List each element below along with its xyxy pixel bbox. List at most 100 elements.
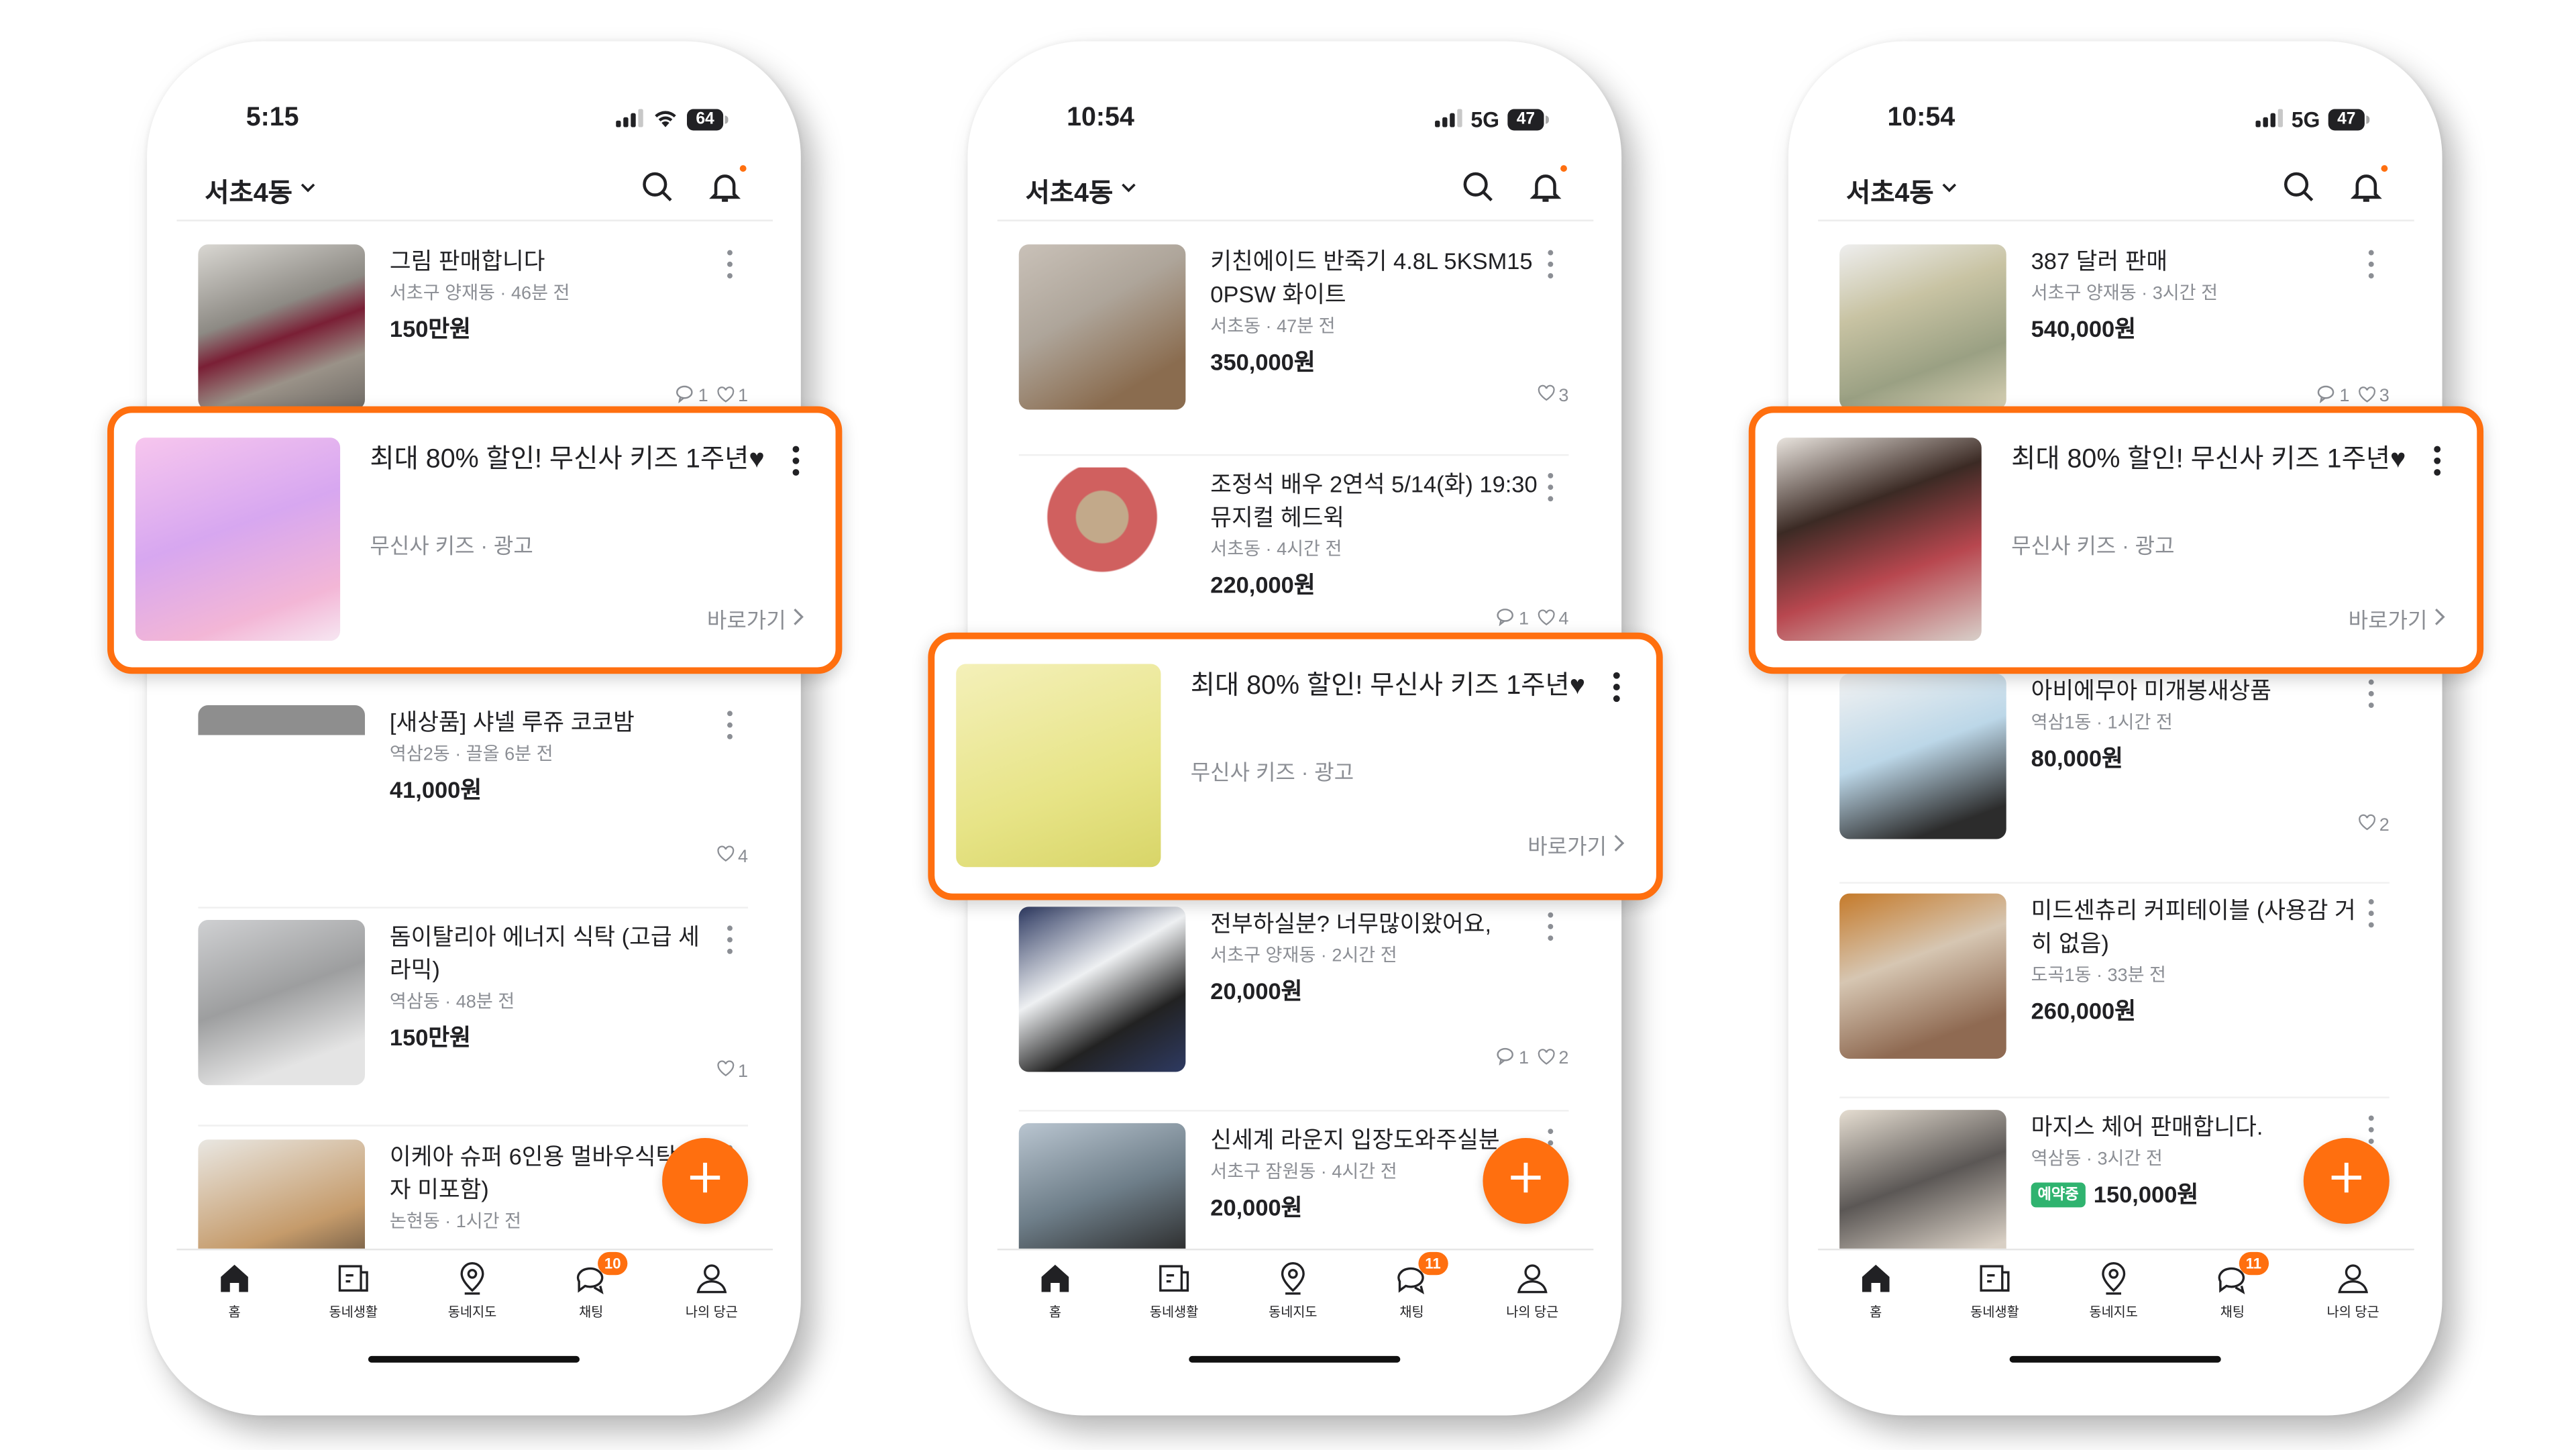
ad-more-options-icon[interactable] — [788, 444, 804, 477]
listing-meta: 서초구 양재동 · 46분 전 — [389, 284, 570, 304]
listing-meta: 서초동 · 4시간 전 — [1210, 539, 1342, 560]
battery-icon: 47 — [1507, 109, 1549, 131]
nav-label: 동네지도 — [447, 1304, 497, 1320]
notification-dot — [1560, 165, 1567, 172]
location-selector[interactable]: 서초4동 — [1026, 170, 1138, 210]
listing-feed[interactable]: 그림 판매합니다 서초구 양재동 · 46분 전 150만원 1 1 [새상품] 샤넬 루… — [147, 221, 801, 1249]
listing-counts: 11 — [675, 385, 748, 408]
ad-shortcut-link[interactable]: 바로가기 — [2349, 603, 2446, 634]
nav-divider — [997, 1248, 1594, 1251]
ad-more-options-icon[interactable] — [1609, 670, 1625, 703]
nav-tab-1[interactable]: 동네생활 — [1124, 1260, 1224, 1321]
listing-thumbnail — [1839, 244, 2006, 410]
listing-item[interactable]: 아비에무아 미개봉새상품 역삼1동 · 1시간 전 80,000원 2 — [1788, 674, 2443, 856]
location-selector[interactable]: 서초4동 — [205, 170, 317, 210]
more-options-icon[interactable] — [2363, 897, 2379, 928]
nav-tab-4[interactable]: 나의 당근 — [1483, 1260, 1582, 1321]
location-selector[interactable]: 서초4동 — [1846, 170, 1959, 210]
sponsored-ad-card[interactable]: 최대 80% 할인! 무신사 키즈 1주년♥ 무신사 키즈 · 광고 바로가기 — [107, 406, 843, 674]
stage: 5:15 64 서초4동 그림 판매합니다 서초구 양재동 · 46분 전 150만원 1 1… — [0, 0, 2576, 1450]
more-options-icon[interactable] — [722, 709, 739, 739]
listing-title: 마지스 체어 판매합니다. — [2031, 1113, 2263, 1140]
write-post-button[interactable] — [2303, 1137, 2390, 1224]
listing-meta: 도곡1동 · 33분 전 — [2031, 966, 2166, 986]
more-options-icon[interactable] — [2363, 677, 2379, 708]
listing-title: 키친에이드 반죽기 4.8L 5KSM150PSW 화이트 — [1210, 248, 1533, 307]
more-options-icon[interactable] — [2363, 248, 2379, 279]
list-divider — [198, 907, 749, 909]
listing-price: 150만원 — [389, 1024, 471, 1051]
nav-tab-3[interactable]: 채팅 11 — [2183, 1251, 2282, 1321]
home-indicator — [368, 1355, 580, 1363]
ad-shortcut-label: 바로가기 — [2348, 607, 2428, 633]
more-options-icon[interactable] — [722, 248, 739, 279]
listing-item[interactable]: 전부하실분? 너무많이왔어요, 서초구 양재동 · 2시간 전 20,000원 1 2 — [967, 907, 1621, 1088]
network-type: 5G — [1470, 107, 1500, 132]
sponsored-ad-card[interactable]: 최대 80% 할인! 무신사 키즈 1주년♥ 무신사 키즈 · 광고 바로가기 — [1748, 406, 2484, 674]
listing-item[interactable]: [새상품] 샤넬 루쥬 코코밤 역삼2동 · 끌올 6분 전 41,000원 4 — [147, 705, 801, 887]
battery-level: 64 — [686, 109, 724, 131]
chevron-right-icon — [2432, 606, 2446, 631]
listing-title: [새상품] 샤넬 루쥬 코코밤 — [389, 708, 635, 735]
my-profile-icon — [1483, 1260, 1582, 1296]
map-pin-icon — [423, 1260, 522, 1296]
ad-advertiser: 무신사 키즈 · 광고 — [2011, 533, 2175, 558]
bell-icon[interactable] — [707, 168, 743, 205]
bell-icon[interactable] — [1527, 168, 1564, 205]
listing-thumbnail — [1018, 1123, 1186, 1249]
nav-tab-3[interactable]: 채팅 11 — [1362, 1251, 1462, 1321]
home-icon — [1826, 1260, 1925, 1296]
nav-tab-1[interactable]: 동네생활 — [304, 1260, 403, 1321]
write-post-button[interactable] — [1483, 1137, 1569, 1224]
listing-item[interactable]: 돔이탈리아 에너지 식탁 (고급 세라믹) 역삼동 · 48분 전 150만원 1 — [147, 920, 801, 1102]
ad-shortcut-link[interactable]: 바로가기 — [707, 603, 804, 634]
write-post-button[interactable] — [662, 1137, 749, 1224]
listing-item[interactable]: 미드센츄리 커피테이블 (사용감 거히 없음) 도곡1동 · 33분 전 260,0… — [1788, 893, 2443, 1076]
list-divider — [198, 1125, 749, 1127]
nav-tab-4[interactable]: 나의 당근 — [662, 1260, 761, 1321]
nav-tab-0[interactable]: 홈 — [185, 1260, 284, 1321]
ad-more-options-icon[interactable] — [2429, 444, 2446, 477]
listing-title: 돔이탈리아 에너지 식탁 (고급 세라믹) — [389, 923, 700, 983]
search-icon[interactable] — [2280, 168, 2316, 205]
map-pin-icon — [1244, 1260, 1343, 1296]
heart-icon — [1537, 384, 1555, 407]
listing-item[interactable]: 키친에이드 반죽기 4.8L 5KSM150PSW 화이트 서초동 · 47분 전… — [967, 244, 1621, 426]
search-icon[interactable] — [1460, 168, 1496, 205]
nav-tab-2[interactable]: 동네지도 — [1244, 1260, 1343, 1321]
chevron-down-icon — [1120, 175, 1138, 205]
listing-price-row: 150만원 — [390, 1021, 720, 1055]
reserved-badge: 예약중 — [2031, 1182, 2086, 1208]
listing-item[interactable]: 조정석 배우 2연석 5/14(화) 19:30 뮤지컬 헤드윅 서초동 · 4시… — [967, 467, 1621, 650]
more-options-icon[interactable] — [722, 923, 739, 954]
search-icon[interactable] — [639, 168, 676, 205]
nav-tab-2[interactable]: 동네지도 — [423, 1260, 522, 1321]
nav-label: 나의 당근 — [2326, 1304, 2379, 1320]
listing-item[interactable]: 387 달러 판매 서초구 양재동 · 3시간 전 540,000원 1 3 — [1788, 244, 2443, 426]
listing-feed[interactable]: 387 달러 판매 서초구 양재동 · 3시간 전 540,000원 1 3 아비에무아 … — [1788, 221, 2443, 1249]
nav-tab-1[interactable]: 동네생활 — [1945, 1260, 2045, 1321]
more-options-icon[interactable] — [1542, 471, 1559, 502]
sponsored-ad-card[interactable]: 최대 80% 할인! 무신사 키즈 1주년♥ 무신사 키즈 · 광고 바로가기 — [928, 632, 1663, 900]
signal-icon — [1434, 107, 1462, 132]
more-options-icon[interactable] — [1542, 910, 1559, 941]
chevron-right-icon — [1611, 833, 1625, 858]
listing-item[interactable]: 그림 판매합니다 서초구 양재동 · 46분 전 150만원 1 1 — [147, 244, 801, 426]
nav-tab-3[interactable]: 채팅 10 — [541, 1251, 641, 1321]
more-options-icon[interactable] — [1542, 248, 1559, 279]
notification-dot — [2381, 165, 2388, 172]
nav-label: 동네생활 — [329, 1304, 378, 1320]
home-indicator — [2009, 1355, 2221, 1363]
nav-label: 홈 — [1870, 1304, 1882, 1320]
nav-label: 홈 — [228, 1304, 241, 1320]
ad-shortcut-link[interactable]: 바로가기 — [1527, 829, 1625, 861]
nav-label: 채팅 — [1399, 1304, 1424, 1320]
listing-price: 260,000원 — [2031, 997, 2136, 1025]
nav-tab-0[interactable]: 홈 — [1006, 1260, 1105, 1321]
nav-tab-4[interactable]: 나의 당근 — [2304, 1260, 2403, 1321]
more-options-icon[interactable] — [2363, 1113, 2379, 1144]
bell-icon[interactable] — [2348, 168, 2384, 205]
nav-tab-0[interactable]: 홈 — [1826, 1260, 1925, 1321]
comment-count: 1 — [1518, 1049, 1529, 1069]
nav-tab-2[interactable]: 동네지도 — [2064, 1260, 2163, 1321]
